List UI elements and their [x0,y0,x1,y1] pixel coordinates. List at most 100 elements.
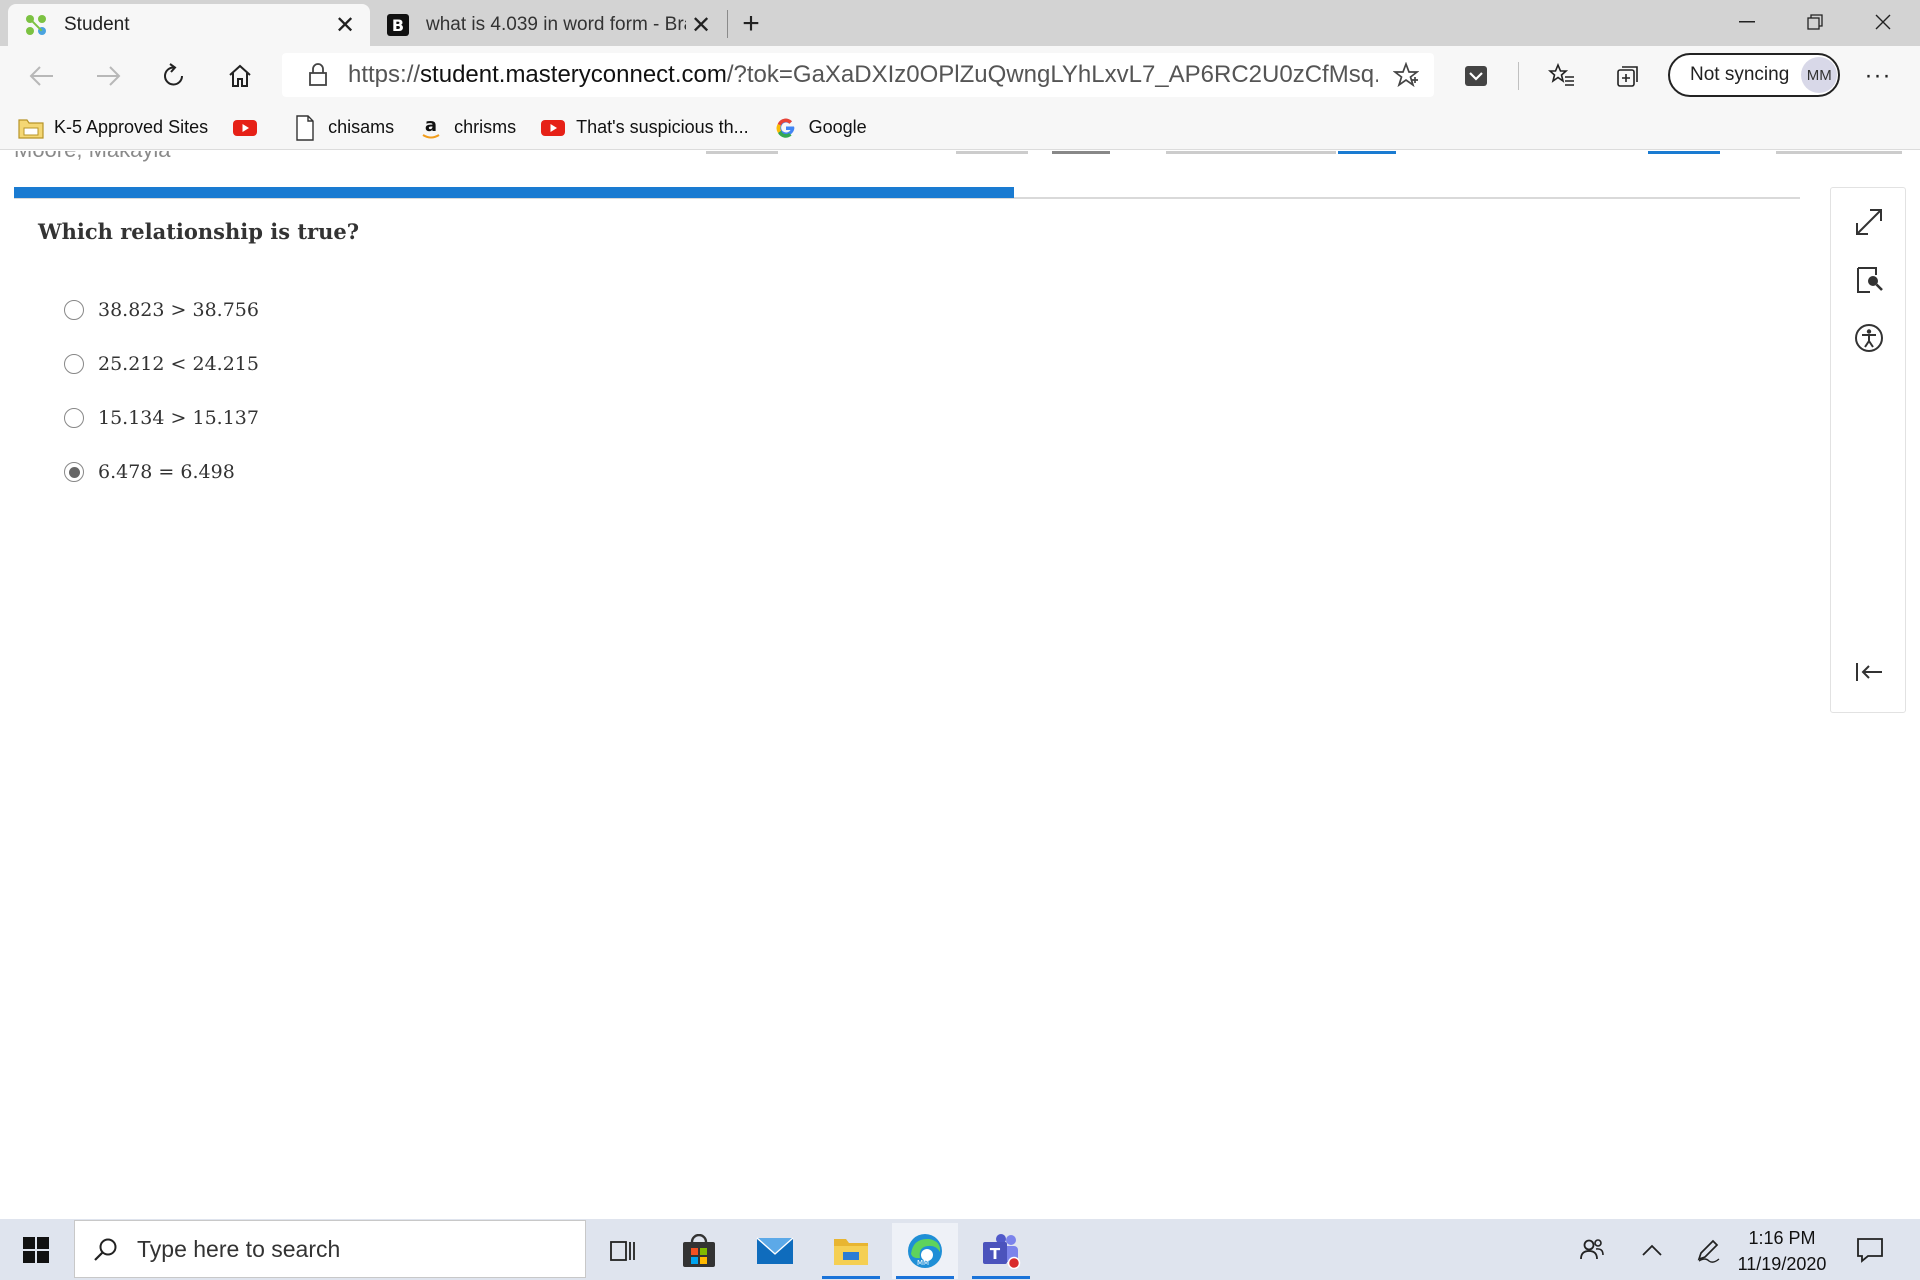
bookmark-label: K-5 Approved Sites [54,117,209,137]
header-fragment [1776,151,1902,154]
student-name: Moore, Makayla [14,151,171,163]
brainly-icon: B [386,13,410,37]
collections-icon[interactable] [1606,56,1650,96]
edge-icon[interactable]: MM [892,1223,958,1279]
amazon-icon: a [418,115,444,141]
radio-button[interactable] [64,354,84,374]
svg-text:T: T [990,1245,1001,1263]
mail-icon[interactable] [742,1223,808,1279]
folder-icon [18,115,44,141]
bookmarks-bar: K-5 Approved Sites chisams a chrisms Tha… [0,106,1920,150]
header-fragment [1648,151,1720,154]
lock-icon[interactable] [294,63,342,87]
tab-title: what is 4.039 in word form - Brai [426,14,686,35]
tab-strip: Student ✕ B what is 4.039 in word form -… [0,0,1920,46]
bookmark-label: chisams [328,117,395,137]
page-icon [292,114,318,141]
assessment-page: Moore, Makayla Which relationship is tru… [0,151,1920,1219]
bookmark-k5-approved-sites[interactable]: K-5 Approved Sites [18,115,208,141]
radio-button[interactable] [64,300,84,320]
favorites-list-icon[interactable] [1540,56,1584,96]
answer-label: 15.134 > 15.137 [98,407,259,429]
refresh-icon[interactable] [152,56,196,96]
teams-icon[interactable]: T [968,1223,1034,1279]
people-icon[interactable] [1570,1229,1614,1271]
back-arrow-icon[interactable] [20,56,64,96]
clock-date: 11/19/2020 [1737,1254,1827,1274]
bookmark-chisams[interactable]: chisams [292,114,395,141]
accessibility-icon[interactable] [1849,318,1889,358]
header-fragment [956,151,1028,154]
google-icon [773,115,799,141]
search-icon [93,1236,119,1262]
radio-button[interactable] [64,408,84,428]
file-explorer-icon[interactable] [818,1223,884,1279]
answer-label: 6.478 = 6.498 [98,461,235,483]
home-icon[interactable] [218,56,262,96]
close-tab-icon[interactable]: ✕ [330,10,360,40]
restore-icon[interactable] [1782,0,1848,44]
tab-brainly[interactable]: B what is 4.039 in word form - Brai ✕ [378,4,726,46]
notification-icon[interactable] [1848,1233,1892,1267]
youtube-icon [540,115,566,141]
url-path: /?tok=GaXaDXIz0OPlZuQwngLYhLxvL7_AP6RC2U… [726,61,1378,88]
favorite-star-icon[interactable] [1378,62,1434,88]
windows-start-icon[interactable] [14,1231,58,1269]
sync-status-label: Not syncing [1690,64,1790,85]
task-view-icon[interactable] [590,1223,656,1279]
bookmark-label: chrisms [454,117,517,137]
pen-icon[interactable] [1686,1229,1730,1271]
address-bar[interactable]: https://student.masteryconnect.com/?tok=… [282,53,1434,97]
question-text: Which relationship is true? [38,219,360,244]
forward-arrow-icon[interactable] [86,56,130,96]
answer-option-b[interactable]: 25.212 < 24.215 [64,337,259,391]
navigation-bar: https://student.masteryconnect.com/?tok=… [0,46,1920,106]
url-text[interactable]: https://student.masteryconnect.com/?tok=… [348,61,1378,89]
minimize-icon[interactable] [1714,0,1780,44]
url-domain: student.masteryconnect.com [420,61,727,88]
svg-text:B: B [392,16,404,35]
bookmark-google[interactable]: Google [773,115,867,141]
answer-label: 25.212 < 24.215 [98,353,259,375]
clock-time: 1:16 PM [1748,1228,1816,1248]
collapse-panel-icon[interactable] [1849,652,1889,692]
windows-taskbar: Type here to search MM T 1:16 PM 11/19/2… [0,1219,1920,1280]
answer-list: 38.823 > 38.756 25.212 < 24.215 15.134 >… [64,283,259,499]
bookmark-label: Google [808,117,867,137]
radio-button[interactable] [64,462,84,482]
tab-divider [727,10,728,38]
expand-icon[interactable] [1849,202,1889,242]
pocket-icon[interactable] [1454,56,1498,96]
tab-title: Student [64,14,130,35]
svg-text:a: a [425,116,437,136]
magnifier-icon[interactable] [1849,260,1889,300]
answer-option-d[interactable]: 6.478 = 6.498 [64,445,259,499]
bookmark-thats-suspicious[interactable]: That's suspicious th... [540,115,749,141]
youtube-icon [232,115,258,141]
store-icon[interactable] [666,1223,732,1279]
close-tab-icon[interactable]: ✕ [686,10,716,40]
tab-student[interactable]: Student ✕ [8,4,370,46]
answer-label: 38.823 > 38.756 [98,299,259,321]
more-dots-icon[interactable]: ··· [1858,56,1898,96]
masteryconnect-icon [24,13,48,37]
bookmark-chrisms[interactable]: a chrisms [418,115,516,141]
radio-dot [68,466,80,478]
progress-bar [14,187,1015,198]
svg-text:MM: MM [917,1259,929,1267]
bookmark-label: That's suspicious th... [576,117,749,137]
taskbar-search-input[interactable]: Type here to search [74,1220,586,1278]
plus-icon[interactable]: + [734,7,768,40]
avatar: MM [1801,57,1838,93]
answer-option-a[interactable]: 38.823 > 38.756 [64,283,259,337]
system-clock[interactable]: 1:16 PM 11/19/2020 [1726,1225,1838,1277]
toolbar-divider [1518,62,1519,90]
tools-panel [1830,187,1906,713]
chevron-up-icon[interactable] [1630,1229,1674,1271]
bookmark-youtube[interactable] [232,115,268,141]
header-fragment [1052,151,1110,154]
active-app-indicator [896,1276,954,1279]
profile-sync-button[interactable]: Not syncing MM [1668,53,1840,97]
close-icon[interactable] [1850,0,1916,44]
answer-option-c[interactable]: 15.134 > 15.137 [64,391,259,445]
